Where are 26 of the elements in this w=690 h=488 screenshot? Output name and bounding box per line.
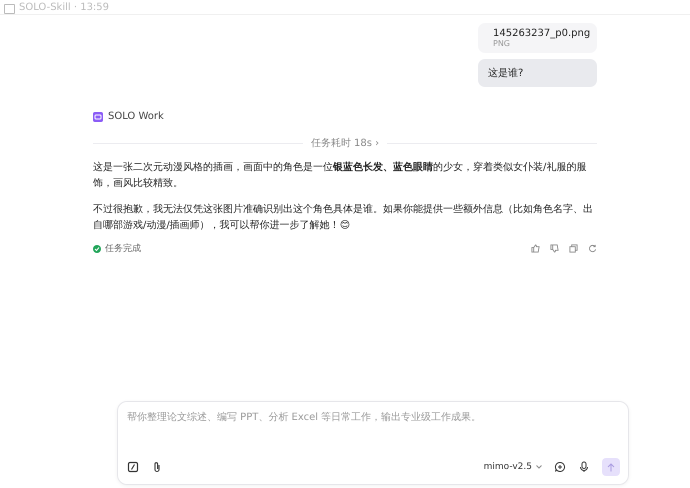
header-title: SOLO-Skill · 13:59 <box>19 2 110 14</box>
message-composer[interactable]: 帮你整理论文综述、编写 PPT、分析 Excel 等日常工作，输出专业级工作成果。 mimo-v2.5 <box>117 401 629 485</box>
send-button[interactable] <box>602 458 620 476</box>
response-paragraph: 这是一张二次元动漫风格的插画，画面中的角色是一位银蓝色长发、蓝色眼睛的少女，穿着类似女仆装/礼服的服饰，画风比较精致。 <box>93 160 588 191</box>
chat-button[interactable] <box>554 461 566 473</box>
file-type: PNG <box>493 39 512 48</box>
refresh-icon[interactable] <box>588 244 597 253</box>
agent-name: SOLO Work <box>108 111 164 122</box>
app-logo-icon <box>93 112 103 122</box>
task-status: 任务完成 <box>105 242 141 255</box>
document-icon <box>4 4 15 14</box>
message-input[interactable]: 帮你整理论文综述、编写 PPT、分析 Excel 等日常工作，输出专业级工作成果。 <box>127 410 620 424</box>
edit-button[interactable] <box>127 461 139 473</box>
arrow-up-icon <box>607 462 615 472</box>
response-paragraph: 不过很抱歉，我无法仅凭这张图片准确识别出这个角色具体是谁。如果你能提供一些额外信息（比如角色名字、出自哪部游戏/动漫/插画师），我可以帮你进一步了解她！😊 <box>93 202 594 233</box>
thumbs-up-icon[interactable] <box>531 244 540 253</box>
copy-icon[interactable] <box>569 244 578 253</box>
file-name: 145263237_p0.png <box>493 28 590 39</box>
thumbs-down-icon[interactable] <box>550 244 559 253</box>
chevron-down-icon <box>536 465 542 469</box>
file-attachment[interactable]: 145263237_p0.png PNG <box>478 23 597 53</box>
model-selector[interactable]: mimo-v2.5 <box>484 462 542 472</box>
task-duration[interactable]: 任务耗时 18s › <box>310 136 380 150</box>
check-circle-icon <box>93 244 101 252</box>
user-message: 这是谁? <box>478 59 597 87</box>
microphone-button[interactable] <box>578 461 590 473</box>
